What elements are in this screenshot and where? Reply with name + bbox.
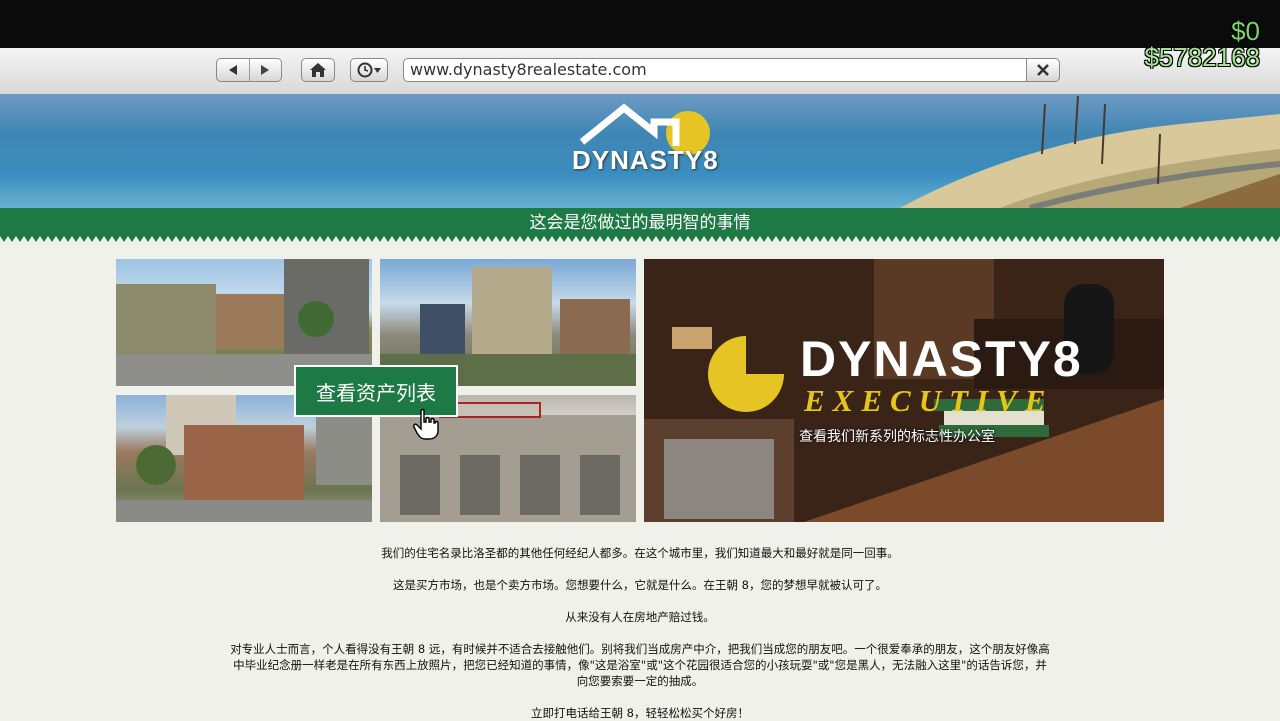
back-forward-buttons bbox=[216, 58, 282, 82]
back-arrow-icon bbox=[228, 65, 237, 75]
forward-button[interactable] bbox=[248, 59, 282, 81]
forward-arrow-icon bbox=[261, 65, 270, 75]
hud-bank-balance: $5782168 bbox=[1144, 42, 1260, 72]
home-button[interactable] bbox=[301, 58, 335, 82]
logo-wordmark: DYNASTY8 bbox=[572, 145, 719, 175]
home-icon bbox=[310, 63, 326, 77]
clock-icon bbox=[357, 62, 373, 78]
back-button[interactable] bbox=[217, 59, 249, 81]
dropdown-caret-icon bbox=[374, 67, 381, 73]
close-icon bbox=[1037, 64, 1049, 76]
browser-toolbar: www.dynasty8realestate.com bbox=[0, 48, 1280, 95]
zigzag-divider bbox=[0, 236, 1280, 244]
executive-logo-icon bbox=[708, 336, 784, 412]
history-button[interactable] bbox=[350, 58, 388, 82]
paragraph-5: 立即打电话给王朝 8，轻轻松松买个好房！ bbox=[531, 706, 749, 720]
paragraph-2: 这是买方市场，也是个卖方市场。您想要什么，它就是什么。在王朝 8，您的梦想早就被… bbox=[393, 578, 887, 592]
executive-title: DYNASTY8 bbox=[800, 331, 1083, 387]
top-black-bar bbox=[0, 0, 1280, 48]
paragraph-1: 我们的住宅名录比洛圣都的其他任何经纪人都多。在这个城市里，我们知道最大和最好就是… bbox=[381, 546, 899, 560]
paragraph-3: 从来没有人在房地产赔过钱。 bbox=[565, 610, 715, 624]
address-bar[interactable]: www.dynasty8realestate.com bbox=[403, 58, 1027, 82]
executive-subtitle: EXECUTIVE bbox=[804, 383, 1054, 418]
close-button[interactable] bbox=[1026, 58, 1060, 82]
executive-caption: 查看我们新系列的标志性办公室 bbox=[799, 429, 995, 445]
paragraph-4: 对专业人士而言，个人看得没有王朝 8 远，有时候并不适合去接触他们。别将我们当成… bbox=[230, 642, 1050, 688]
hand-cursor-icon bbox=[413, 408, 439, 440]
